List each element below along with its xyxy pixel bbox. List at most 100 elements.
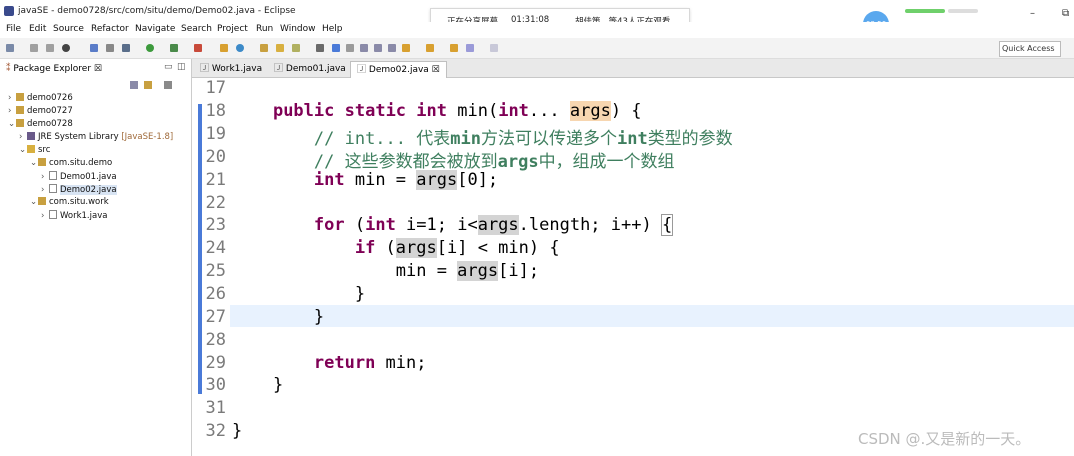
show-source-icon[interactable] xyxy=(388,44,396,52)
code-line-29[interactable]: return min; xyxy=(232,353,427,373)
back-icon[interactable] xyxy=(450,44,458,52)
code-line-21[interactable]: int min = args[0]; xyxy=(232,170,498,190)
new-icon[interactable] xyxy=(6,44,14,52)
console-icon[interactable] xyxy=(90,44,98,52)
tree-item-demo0726[interactable]: › demo0726 xyxy=(8,93,73,103)
collapse-arrow-icon[interactable]: ⌄ xyxy=(30,158,38,168)
code-line-26[interactable]: } xyxy=(232,284,365,304)
code-line-32[interactable]: } xyxy=(232,421,242,441)
code-line-19[interactable]: // int... 代表min方法可以传递多个int类型的参数 xyxy=(232,124,733,149)
collapse-arrow-icon[interactable]: ⌄ xyxy=(30,197,38,207)
tree-item-demo0728[interactable]: ⌄ demo0728 xyxy=(8,119,73,129)
code-line-30[interactable]: } xyxy=(232,375,283,395)
tree-item-label: JRE System Library xyxy=(38,132,119,142)
settings-icon[interactable] xyxy=(62,44,70,52)
minimize-button[interactable]: – xyxy=(1030,8,1035,19)
mark-occurrences-icon[interactable] xyxy=(332,44,340,52)
restore-button[interactable]: ⧉ xyxy=(1062,8,1069,19)
save-all-icon[interactable] xyxy=(46,44,54,52)
menu-run[interactable]: Run xyxy=(256,24,273,34)
tree-item-label: demo0728 xyxy=(27,119,73,129)
new-class-icon[interactable] xyxy=(260,44,268,52)
expand-arrow-icon[interactable]: › xyxy=(41,185,49,195)
code-line-18[interactable]: public static int min(int... args) { xyxy=(232,101,642,121)
new-package-icon[interactable] xyxy=(236,44,244,52)
package-icon xyxy=(38,197,46,205)
view-menu-icon[interactable] xyxy=(164,81,172,89)
menu-search[interactable]: Search xyxy=(181,24,212,34)
tree-item-demo0727[interactable]: › demo0727 xyxy=(8,106,73,116)
minimize-view-icon[interactable]: ▭ xyxy=(164,62,173,72)
quick-access-input[interactable]: Quick Access xyxy=(999,41,1061,57)
menu-help[interactable]: Help xyxy=(322,24,343,34)
show-whitespace-icon[interactable] xyxy=(360,44,368,52)
line-number: 21 xyxy=(205,170,226,190)
tree-item-demo02-java[interactable]: › Demo02.java xyxy=(41,184,117,195)
java-file-icon xyxy=(49,210,57,219)
skip-breakpoints-icon[interactable] xyxy=(106,44,114,52)
tab-demo02-java[interactable]: 🄹 Demo02.java ☒ xyxy=(350,61,447,78)
line-number: 20 xyxy=(205,147,226,167)
tree-item-label: com.situ.work xyxy=(49,197,109,207)
tab-demo01-java[interactable]: 🄹 Demo01.java xyxy=(268,61,352,77)
tree-item-com-situ-work[interactable]: ⌄ com.situ.work xyxy=(30,197,109,207)
toggle-block-icon[interactable] xyxy=(346,44,354,52)
tree-item-src[interactable]: ⌄ src xyxy=(19,145,50,155)
external-tools-icon[interactable] xyxy=(194,44,202,52)
maximize-view-icon[interactable]: ◫ xyxy=(177,62,186,72)
line-number: 32 xyxy=(205,421,226,441)
menu-file[interactable]: File xyxy=(6,24,21,34)
tree-item-jre-library[interactable]: › JRE System Library [JavaSE-1.8] xyxy=(19,132,173,142)
menu-navigate[interactable]: Navigate xyxy=(135,24,175,34)
prev-annotation-icon[interactable] xyxy=(426,44,434,52)
line-number: 27 xyxy=(205,307,226,327)
link-editor-icon[interactable] xyxy=(144,81,152,89)
line-number: 26 xyxy=(205,284,226,304)
line-number: 19 xyxy=(205,124,226,144)
line-number: 22 xyxy=(205,193,226,213)
line-number: 24 xyxy=(205,238,226,258)
eclipse-app-icon xyxy=(4,6,14,16)
tree-item-demo01-java[interactable]: › Demo01.java xyxy=(41,171,117,182)
expand-arrow-icon[interactable]: › xyxy=(41,172,49,182)
code-line-27[interactable]: } xyxy=(232,307,324,327)
library-icon xyxy=(27,132,35,140)
open-type-icon[interactable] xyxy=(276,44,284,52)
code-line-20[interactable]: // 这些参数都会被放到args中，组成一个数组 xyxy=(232,147,675,172)
coverage-icon[interactable] xyxy=(170,44,178,52)
expand-arrow-icon[interactable]: › xyxy=(41,211,49,221)
annotation-icon[interactable] xyxy=(316,44,324,52)
menu-window[interactable]: Window xyxy=(280,24,316,34)
menu-project[interactable]: Project xyxy=(217,24,248,34)
code-line-24[interactable]: if (args[i] < min) { xyxy=(232,238,560,258)
tree-item-label: demo0727 xyxy=(27,106,73,116)
tree-item-work1-java[interactable]: › Work1.java xyxy=(41,210,107,221)
collapse-arrow-icon[interactable]: ⌄ xyxy=(8,119,16,129)
word-wrap-icon[interactable] xyxy=(374,44,382,52)
window-title: javaSE - demo0728/src/com/situ/demo/Demo… xyxy=(18,6,296,16)
package-explorer-tab[interactable]: ⁑ Package Explorer ☒ xyxy=(6,64,102,74)
menu-source[interactable]: Source xyxy=(53,24,84,34)
tab-work1-java[interactable]: 🄹 Work1.java xyxy=(194,61,268,77)
forward-icon[interactable] xyxy=(466,44,474,52)
pin-editor-icon[interactable] xyxy=(490,44,498,52)
expand-arrow-icon[interactable]: › xyxy=(8,93,16,103)
menu-refactor[interactable]: Refactor xyxy=(91,24,129,34)
next-annotation-icon[interactable] xyxy=(402,44,410,52)
java-file-icon xyxy=(49,184,57,193)
debug-icon[interactable] xyxy=(122,44,130,52)
menu-edit[interactable]: Edit xyxy=(29,24,46,34)
expand-arrow-icon[interactable]: › xyxy=(8,106,16,116)
new-java-project-icon[interactable] xyxy=(220,44,228,52)
collapse-all-icon[interactable] xyxy=(130,81,138,89)
save-icon[interactable] xyxy=(30,44,38,52)
java-file-icon xyxy=(49,171,57,180)
run-icon[interactable] xyxy=(146,44,154,52)
code-line-23[interactable]: for (int i=1; i<args.length; i++) { xyxy=(232,214,674,236)
editor-tabs: 🄹 Work1.java 🄹 Demo01.java 🄹 Demo02.java… xyxy=(192,59,1074,78)
expand-arrow-icon[interactable]: › xyxy=(19,132,27,142)
search-icon[interactable] xyxy=(292,44,300,52)
tree-item-com-situ-demo[interactable]: ⌄ com.situ.demo xyxy=(30,158,112,168)
collapse-arrow-icon[interactable]: ⌄ xyxy=(19,145,27,155)
code-line-25[interactable]: min = args[i]; xyxy=(232,261,539,281)
